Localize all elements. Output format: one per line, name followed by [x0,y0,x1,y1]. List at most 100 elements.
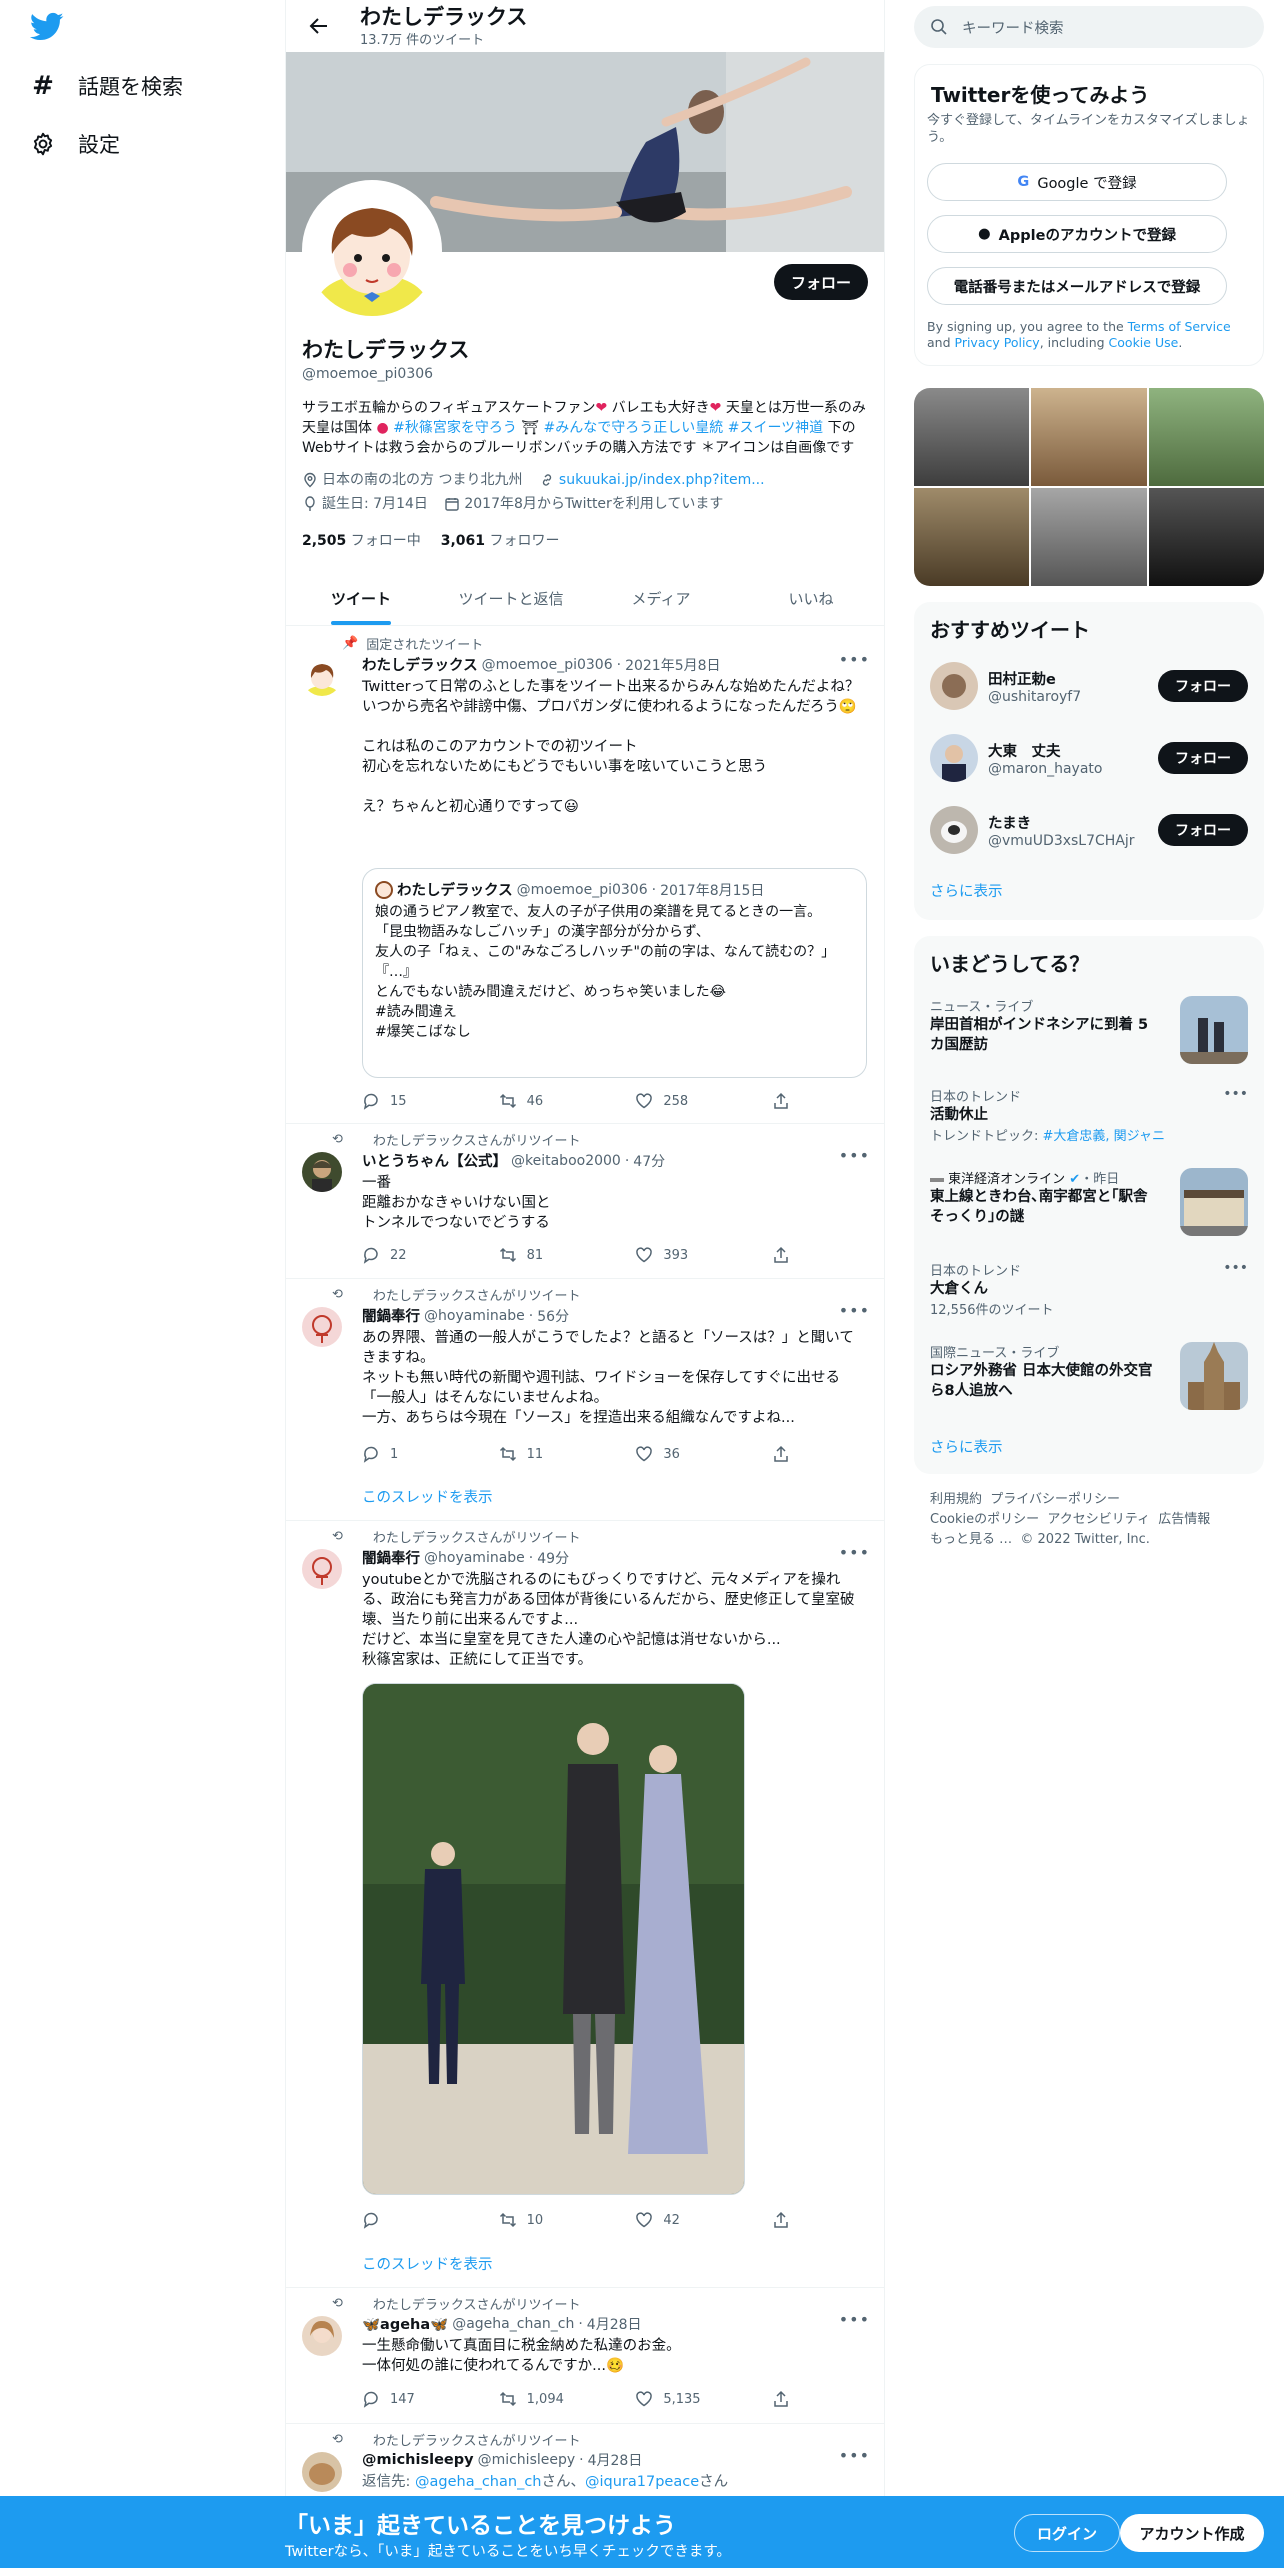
avatar[interactable] [302,2316,342,2356]
reply-to-link[interactable]: @ageha_chan_ch [415,2474,542,2490]
retweet-button[interactable]: 1,094 [499,2390,609,2408]
share-button[interactable] [772,1246,802,1264]
trend-topic-link[interactable]: #大倉忠義, 関ジャニ [1043,1129,1166,1144]
bio-hashtag[interactable]: #みんなで守ろう正しい皇統 [544,420,724,436]
recommend-user[interactable]: たまき @vmuUD3xsL7CHAjr フォロー [930,802,1248,858]
retweet-button[interactable]: 81 [499,1246,609,1264]
more-icon[interactable]: ••• [839,650,870,669]
tweet-photo[interactable] [362,1683,745,2195]
tab-tweets[interactable]: ツイート [286,572,436,625]
search-input[interactable]: キーワード検索 [962,17,1064,38]
footer-link[interactable]: 広告情報 [1158,1512,1210,1527]
like-button[interactable]: 393 [635,1246,745,1264]
like-button[interactable]: 42 [635,2211,745,2229]
nav-settings[interactable]: 設定 [30,124,120,164]
media-thumb[interactable] [914,488,1030,586]
like-button[interactable]: 36 [635,1445,745,1463]
media-thumb[interactable] [1148,388,1264,486]
follow-button[interactable]: フォロー [1158,670,1248,702]
footer-link[interactable]: 利用規約 [930,1492,982,1507]
tab-likes[interactable]: いいね [736,572,884,625]
recommend-user[interactable]: 田村正勅e @ushitaroyf7 フォロー [930,658,1248,714]
tweet-time[interactable]: 2021年5月8日 [625,655,720,675]
tweet-author[interactable]: 闇鍋奉行 [362,1305,420,1326]
twitter-logo-icon[interactable] [30,12,66,48]
retweet-button[interactable]: 10 [499,2211,609,2229]
tweet-time[interactable]: 49分 [537,1548,569,1568]
tweet[interactable]: ⟲ わたしデラックスさんがリツイート 闇鍋奉行 @hoyaminabe · 49分 yo… [286,1521,884,2288]
tweet[interactable]: ⟲ わたしデラックスさんがリツイート 闇鍋奉行 @hoyaminabe · 56分 あの… [286,1279,884,1521]
show-thread-link[interactable]: このスレッドを表示 [362,2253,493,2274]
show-more-link[interactable]: さらに表示 [930,1436,1003,1457]
reply-button[interactable]: 147 [362,2390,472,2408]
tab-media[interactable]: メディア [586,572,736,625]
cookie-link[interactable]: Cookie Use [1109,335,1179,350]
reply-button[interactable]: 22 [362,1246,472,1264]
avatar[interactable] [302,1152,342,1192]
share-button[interactable] [772,1092,802,1110]
trend-item[interactable]: 日本のトレンド 大倉くん 12,556件のツイート ••• [930,1260,1248,1324]
like-button[interactable]: 258 [635,1092,745,1110]
reply-to-link[interactable]: @iqura17peace [585,2474,699,2490]
bio-hashtag[interactable]: #秋篠宮家を守ろう [393,420,517,436]
tweet-handle[interactable]: @keitaboo2000 [511,1153,621,1169]
footer-link[interactable]: アクセシビリティ [1047,1512,1150,1527]
reply-button[interactable] [362,2211,472,2229]
back-button[interactable] [302,9,336,43]
tweet-handle[interactable]: @ageha_chan_ch [452,2316,574,2332]
avatar[interactable] [302,1307,342,1347]
show-more-link[interactable]: さらに表示 [930,880,1003,901]
login-button[interactable]: ログイン [1014,2514,1120,2552]
share-button[interactable] [772,1445,802,1463]
more-icon[interactable]: ••• [1223,1260,1248,1276]
tweet-time[interactable]: 4月28日 [587,2314,642,2334]
footer-link[interactable]: Cookieのポリシー [930,1512,1039,1527]
more-icon[interactable]: ••• [839,1543,870,1562]
recommend-user[interactable]: 大東 丈夫 @maron_hayato フォロー [930,730,1248,786]
following-link[interactable]: 2,505 フォロー中 [302,530,421,550]
google-signup-button[interactable]: G Google で登録 [927,163,1227,201]
media-thumb[interactable] [1148,488,1264,586]
trend-item[interactable]: 日本のトレンド 活動休止 トレンドトピック: #大倉忠義, 関ジャニ ••• [930,1086,1248,1150]
footer-link[interactable]: プライバシーポリシー [990,1492,1120,1507]
terms-link[interactable]: Terms of Service [1128,319,1231,334]
tweet-handle[interactable]: @michisleepy [478,2452,576,2468]
reply-button[interactable]: 1 [362,1445,472,1463]
trend-item[interactable]: 国際ニュース・ライブ ロシア外務省 日本大使館の外交官ら8人追放へ [930,1342,1248,1414]
follow-button[interactable]: フォロー [1158,742,1248,774]
share-button[interactable] [772,2390,802,2408]
retweet-button[interactable]: 46 [499,1092,609,1110]
more-icon[interactable]: ••• [839,1146,870,1165]
tweet[interactable]: ⟲ わたしデラックスさんがリツイート いとうちゃん【公式】 @keitaboo200… [286,1124,884,1279]
share-button[interactable] [772,2211,802,2229]
more-icon[interactable]: ••• [1223,1086,1248,1102]
media-thumb[interactable] [914,388,1030,486]
retweet-button[interactable]: 11 [499,1445,609,1463]
search-box[interactable]: キーワード検索 [914,6,1264,48]
more-icon[interactable]: ••• [839,2446,870,2465]
tweet[interactable]: ⟲ わたしデラックスさんがリツイート 🦋ageha🦋 @ageha_chan_ch ·… [286,2288,884,2424]
tweet-author[interactable]: @michisleepy [362,2452,474,2468]
tweet-time[interactable]: 56分 [537,1306,569,1326]
phone-signup-button[interactable]: 電話番号またはメールアドレスで登録 [927,267,1227,305]
avatar[interactable] [302,1549,342,1589]
more-icon[interactable]: ••• [839,2310,870,2329]
tweet[interactable]: 📌 固定されたツイート わたしデラックス @moemoe_pi0306 · 2021年5… [286,626,884,1124]
tweet-author[interactable]: いとうちゃん【公式】 [362,1150,507,1171]
like-button[interactable]: 5,135 [635,2390,745,2408]
more-icon[interactable]: ••• [839,1301,870,1320]
tab-tweets-replies[interactable]: ツイートと返信 [436,572,586,625]
website[interactable]: sukuukai.jp/index.php?item... [539,470,765,490]
signup-button[interactable]: アカウント作成 [1120,2514,1264,2552]
tweet-author[interactable]: 🦋ageha🦋 [362,2316,448,2333]
bio-hashtag[interactable]: #スイーツ神道 [728,420,823,436]
tweet-author[interactable]: 闇鍋奉行 [362,1547,420,1568]
follow-button[interactable]: フォロー [1158,814,1248,846]
quote-tweet[interactable]: わたしデラックス @moemoe_pi0306 · 2017年8月15日 娘の通うピア… [362,868,867,1078]
tweet-time[interactable]: 4月28日 [588,2450,643,2470]
tweet-handle[interactable]: @hoyaminabe [424,1550,525,1566]
avatar[interactable] [302,656,342,696]
footer-more-link[interactable]: もっと見る … [930,1532,1012,1547]
reply-button[interactable]: 15 [362,1092,472,1110]
apple-signup-button[interactable]: ● Appleのアカウントで登録 [927,215,1227,253]
